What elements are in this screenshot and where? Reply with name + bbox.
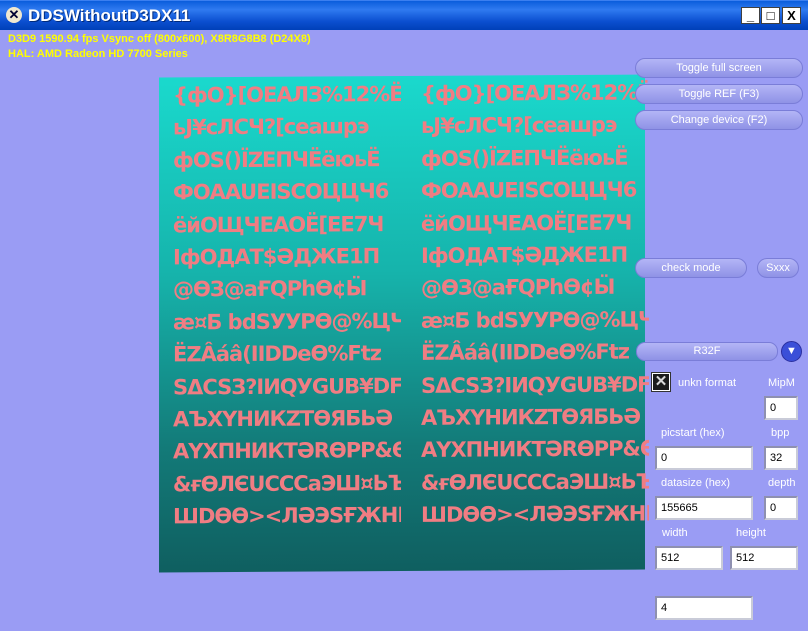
change-device-button[interactable]: Change device (F2) [635,110,803,130]
checkmark-icon: ✕ [653,373,669,390]
picstart-label: picstart (hex) [661,427,725,439]
glyph-row: ЁZÂáâ(ІІDDеӨ%Ftz [173,341,381,367]
glyph-row: ФОААUЕISСОЦЦЧ6 [421,177,637,204]
glyph-row: {фО}[ОЕАЛЗ%12%Ё [421,80,649,106]
glyph-row: фОS()ЇZЕПЧЁёюьЁ [173,146,380,173]
glyph-row: ІфОДАТ$ӘДЖЕ1П [421,242,628,268]
glyph-row: ЁZÂáâ(ІІDDеӨ%Ftz [421,339,629,366]
minimize-button[interactable]: _ [741,7,760,24]
glyph-row: &ғӨЛЄUCCCaЭШ¤ЬЪ [173,470,401,497]
glyph-row: фОS()ЇZЕПЧЁёюьЁ [421,145,628,171]
toggle-full-screen-button[interactable]: Toggle full screen [635,58,803,78]
glyph-row: &ғӨЛЄUCCCaЭШ¤ЬЪ [421,469,649,495]
unkn-format-checkbox[interactable]: ✕ [651,372,671,392]
glyph-row: ьJ¥сЛСЧ?[сеашрэ [421,113,617,139]
glyph-row: АҮХПНИКТӘRӨРР&Ө [173,438,401,464]
chevron-down-icon[interactable]: ▼ [781,341,802,362]
mipm-field[interactable]: 0 [764,396,798,420]
render-area: D3D9 1590.94 fps Vsync off (800x600), X8… [0,30,808,631]
dx-icon: ✕ [6,7,22,23]
extra-field[interactable]: 4 [655,596,753,620]
glyph-row: æ¤Б bdSУУРӨ@%ЦЧ [421,307,649,333]
glyph-row: ШDӨӨ><ЛӘЭЅҒЖНЫХХ [173,502,401,529]
width-label: width [662,527,688,539]
stats-line-device: HAL: AMD Radeon HD 7700 Series [8,48,188,60]
width-field[interactable]: 512 [655,546,723,570]
glyph-row: АЪХҮНИКZТӨЯБЬӘ [421,404,641,430]
bpp-label: bpp [771,427,790,439]
maximize-button[interactable]: □ [761,7,780,24]
glyph-row: ьJ¥сЛСЧ?[сеашрэ [173,114,369,140]
title-bar[interactable]: ✕ DDSWithoutD3DX11 _ □ X [0,0,808,30]
format-select[interactable]: R32F [636,342,778,361]
height-field[interactable]: 512 [730,546,798,570]
bpp-field[interactable]: 32 [764,446,798,470]
height-label: height [736,527,766,539]
close-button[interactable]: X [782,7,801,24]
toggle-ref-button[interactable]: Toggle REF (F3) [635,84,803,104]
datasize-field[interactable]: 155665 [655,496,753,520]
glyph-row: ІфОДАТ$ӘДЖЕ1П [173,244,380,270]
glyph-grid-right: {фО}[ОЕАЛЗ%12%Ё ьJ¥сЛСЧ?[сеашрэ фОS()ЇZЕПЧ… [421,76,649,567]
glyph-grid-left: {фО}[ОЕАЛЗ%12%Ё ьJ¥сЛСЧ?[сеашрэ фОS()ЇZЕПЧ… [173,78,401,569]
glyph-row: ёйОЩЧЕАОЁ[ЕЕ7Ч [421,210,632,236]
glyph-row: ЅΔCSЗ?IИQУGUВ¥DF [421,372,649,398]
depth-label: depth [768,477,796,489]
glyph-row: АЪХҮНИКZТӨЯБЬӘ [173,406,393,432]
datasize-label: datasize (hex) [661,477,731,489]
mipm-label: MipM [768,377,795,389]
unkn-format-label: unkn format [678,377,737,389]
sxxx-button[interactable]: Sxxx [757,258,799,278]
glyph-row: {фО}[ОЕАЛЗ%12%Ё [173,81,401,108]
glyph-row: @ӨЗ@аҒQРһӨ¢Ӹ [173,276,367,302]
glyph-row: ШDӨӨ><ЛӘЭЅҒЖНЫХХ [421,501,649,528]
window-title: DDSWithoutD3DX11 [28,6,191,25]
glyph-row: ЅΔCSЗ?IИQУGUВ¥DF [173,373,401,400]
check-mode-button[interactable]: check mode [635,258,747,278]
stats-line-fps: D3D9 1590.94 fps Vsync off (800x600), X8… [8,33,311,45]
glyph-row: ФОААUЕISСОЦЦЧ6 [173,179,389,205]
glyph-row: АҮХПНИКТӘRӨРР&Ө [421,436,649,463]
glyph-row: æ¤Б bdSУУРӨ@%ЦЧ [173,308,401,335]
texture-preview: {фО}[ОЕАЛЗ%12%Ё ьJ¥сЛСЧ?[сеашрэ фОS()ЇZЕПЧ… [159,74,649,573]
depth-field[interactable]: 0 [764,496,798,520]
picstart-field[interactable]: 0 [655,446,753,470]
glyph-row: @ӨЗ@аҒQРһӨ¢Ӹ [421,275,615,301]
glyph-row: ёйОЩЧЕАОЁ[ЕЕ7Ч [173,211,384,238]
